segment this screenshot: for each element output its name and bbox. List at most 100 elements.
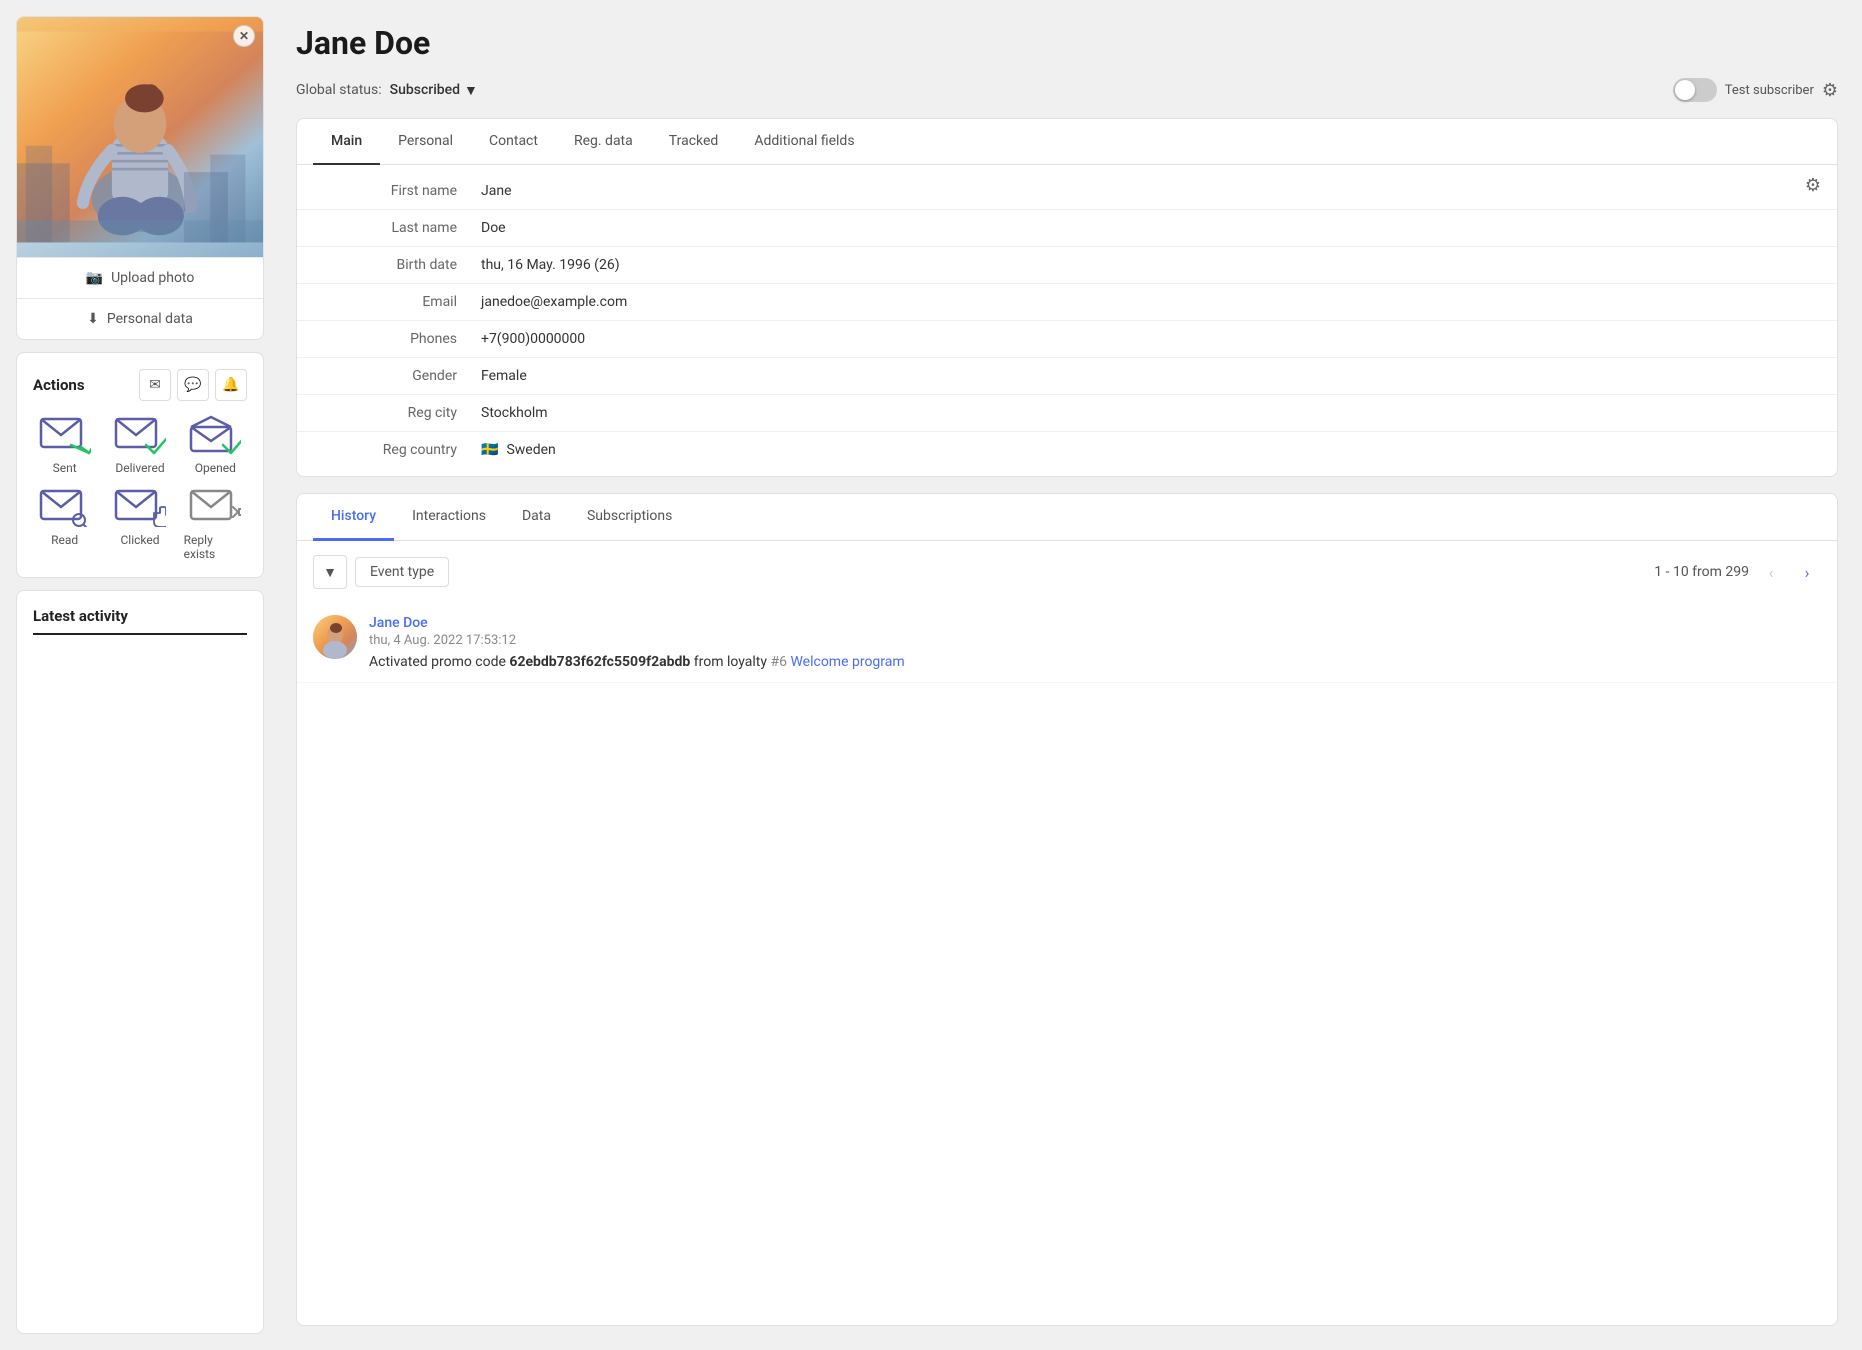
read-icon xyxy=(39,487,91,527)
test-subscriber-toggle[interactable] xyxy=(1673,78,1717,102)
field-label-firstname: First name xyxy=(321,183,481,199)
loyalty-hash: #6 xyxy=(770,654,787,670)
pagination-range: 1 - 10 from 299 xyxy=(1654,564,1749,580)
actions-card: Actions ✉ 💬 🔔 xyxy=(16,352,264,578)
tab-additional-fields[interactable]: Additional fields xyxy=(736,119,872,165)
field-value-regcountry: 🇸🇪 Sweden xyxy=(481,442,556,458)
read-action-item[interactable]: Read xyxy=(33,487,96,561)
field-value-birthdate: thu, 16 May. 1996 (26) xyxy=(481,257,620,273)
tab-main[interactable]: Main xyxy=(313,119,380,165)
filter-left: ▼ Event type xyxy=(313,555,449,589)
tab-personal[interactable]: Personal xyxy=(380,119,471,165)
upload-photo-button[interactable]: 📷 Upload photo xyxy=(17,257,263,298)
field-value-gender: Female xyxy=(481,368,527,384)
upload-photo-label: Upload photo xyxy=(111,270,194,286)
silhouette-svg xyxy=(17,17,263,257)
field-value-email: janedoe@example.com xyxy=(481,294,627,310)
filter-row: ▼ Event type 1 - 10 from 299 ‹ › xyxy=(297,541,1837,603)
entry-content: Jane Doe thu, 4 Aug. 2022 17:53:12 Activ… xyxy=(369,615,1821,670)
email-icon: ✉ xyxy=(149,377,161,393)
field-row-gender: Gender Female xyxy=(297,358,1837,395)
field-value-firstname: Jane xyxy=(481,183,512,199)
clicked-icon xyxy=(114,487,166,527)
field-value-lastname: Doe xyxy=(481,220,506,236)
entry-text-before: Activated promo code xyxy=(369,654,509,670)
field-row-email: Email janedoe@example.com xyxy=(297,284,1837,321)
tab-reg-data[interactable]: Reg. data xyxy=(556,119,651,165)
field-label-gender: Gender xyxy=(321,368,481,384)
field-row-lastname: Last name Doe xyxy=(297,210,1837,247)
profile-name: Jane Doe xyxy=(296,24,430,62)
entry-author[interactable]: Jane Doe xyxy=(369,615,1821,631)
field-label-birthdate: Birth date xyxy=(321,257,481,273)
entry-avatar xyxy=(313,615,357,659)
pagination: 1 - 10 from 299 ‹ › xyxy=(1654,558,1821,586)
notification-action-button[interactable]: 🔔 xyxy=(215,369,247,401)
global-status-label: Global status: xyxy=(296,82,382,98)
history-tab-interactions[interactable]: Interactions xyxy=(394,494,504,541)
chevron-down-icon: ▼ xyxy=(464,82,478,99)
field-label-regcity: Reg city xyxy=(321,405,481,421)
history-tab-data[interactable]: Data xyxy=(504,494,569,541)
tab-contact[interactable]: Contact xyxy=(471,119,556,165)
clicked-action-item[interactable]: Clicked xyxy=(108,487,171,561)
pagination-next-button[interactable]: › xyxy=(1793,558,1821,586)
test-subscriber-label: Test subscriber xyxy=(1725,83,1814,98)
camera-icon: 📷 xyxy=(86,270,103,286)
status-badge[interactable]: Subscribed ▼ xyxy=(390,82,478,99)
tab-tracked[interactable]: Tracked xyxy=(651,119,737,165)
opened-action-item[interactable]: Opened xyxy=(184,415,247,475)
field-row-regcountry: Reg country 🇸🇪 Sweden xyxy=(297,432,1837,468)
history-tab-history[interactable]: History xyxy=(313,494,394,541)
field-label-phones: Phones xyxy=(321,331,481,347)
history-tab-subscriptions[interactable]: Subscriptions xyxy=(569,494,690,541)
chevron-right-icon: › xyxy=(1805,563,1810,582)
pagination-prev-button[interactable]: ‹ xyxy=(1757,558,1785,586)
actions-header: Actions ✉ 💬 🔔 xyxy=(33,369,247,401)
reply-icon xyxy=(189,487,241,527)
reply-label: Reply exists xyxy=(184,533,247,561)
chat-icon: 💬 xyxy=(184,377,201,393)
history-entry: Jane Doe thu, 4 Aug. 2022 17:53:12 Activ… xyxy=(297,603,1837,683)
close-icon: ✕ xyxy=(239,29,249,43)
latest-activity-title: Latest activity xyxy=(33,607,247,635)
sent-action-item[interactable]: Sent xyxy=(33,415,96,475)
read-label: Read xyxy=(51,533,78,547)
field-value-regcity: Stockholm xyxy=(481,405,548,421)
delivered-action-item[interactable]: Delivered xyxy=(108,415,171,475)
actions-icon-group: ✉ 💬 🔔 xyxy=(139,369,247,401)
status-value: Subscribed xyxy=(390,82,460,98)
field-row-regcity: Reg city Stockholm xyxy=(297,395,1837,432)
field-label-email: Email xyxy=(321,294,481,310)
field-label-lastname: Last name xyxy=(321,220,481,236)
fields-settings-icon[interactable]: ⚙ xyxy=(1805,175,1821,196)
loyalty-link[interactable]: Welcome program xyxy=(790,654,904,670)
filter-icon: ▼ xyxy=(323,564,337,581)
chat-action-button[interactable]: 💬 xyxy=(177,369,209,401)
close-photo-button[interactable]: ✕ xyxy=(233,25,255,47)
info-card: Main Personal Contact Reg. data Tracked … xyxy=(296,118,1838,477)
field-value-phones: +7(900)0000000 xyxy=(481,331,585,347)
profile-header: Jane Doe xyxy=(296,24,1838,62)
history-tabs: History Interactions Data Subscriptions xyxy=(297,494,1837,541)
avatar-svg xyxy=(313,615,357,659)
filter-button[interactable]: ▼ xyxy=(313,555,347,589)
promo-code: 62ebdb783f62fc5509f2abdb xyxy=(509,654,690,670)
clicked-label: Clicked xyxy=(120,533,159,547)
email-actions-grid: Sent Delivered Opened xyxy=(33,415,247,561)
reply-action-item[interactable]: Reply exists xyxy=(184,487,247,561)
personal-data-button[interactable]: ⬇ Personal data xyxy=(17,298,263,339)
chevron-left-icon: ‹ xyxy=(1769,563,1774,582)
main-content: Jane Doe Global status: Subscribed ▼ Tes… xyxy=(280,0,1862,1350)
email-action-button[interactable]: ✉ xyxy=(139,369,171,401)
settings-gear-icon[interactable]: ⚙ xyxy=(1822,80,1838,101)
bell-icon: 🔔 xyxy=(222,377,239,393)
personal-data-label: Personal data xyxy=(107,311,193,327)
delivered-icon xyxy=(114,415,166,455)
opened-label: Opened xyxy=(195,461,236,475)
fields-table: ⚙ First name Jane Last name Doe Birth da… xyxy=(297,165,1837,476)
history-card: History Interactions Data Subscriptions … xyxy=(296,493,1838,1326)
download-icon: ⬇ xyxy=(87,311,99,327)
sent-label: Sent xyxy=(53,461,77,475)
event-type-filter[interactable]: Event type xyxy=(355,557,449,587)
